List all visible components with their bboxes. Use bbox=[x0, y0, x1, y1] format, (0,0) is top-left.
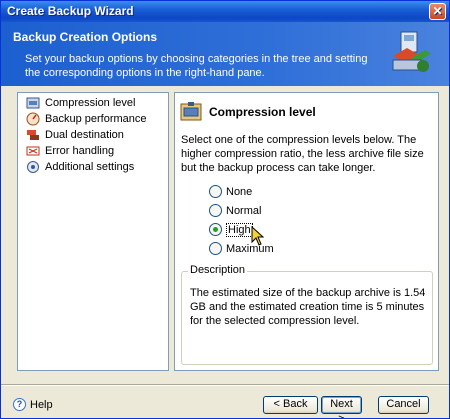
radio-option-normal[interactable]: Normal bbox=[209, 201, 274, 220]
error-handling-icon bbox=[26, 146, 40, 156]
tree-item-backup-performance[interactable]: Backup performance bbox=[18, 111, 168, 127]
radio-button[interactable] bbox=[209, 204, 222, 217]
compression-icon bbox=[180, 102, 202, 121]
radio-label[interactable]: None bbox=[226, 186, 252, 198]
help-label[interactable]: Help bbox=[30, 399, 53, 411]
tree-item-additional-settings[interactable]: Additional settings bbox=[18, 159, 168, 175]
header-title: Backup Creation Options bbox=[13, 30, 158, 44]
options-pane: Compression level Select one of the comp… bbox=[174, 92, 439, 371]
radio-label[interactable]: High bbox=[226, 222, 253, 237]
radio-button-selected[interactable] bbox=[209, 223, 222, 236]
tree-item-label: Additional settings bbox=[45, 161, 135, 173]
title-bar[interactable]: Create Backup Wizard ✕ bbox=[1, 1, 449, 22]
tree-item-label: Backup performance bbox=[45, 113, 147, 125]
description-text: The estimated size of the backup archive… bbox=[190, 287, 426, 327]
radio-label[interactable]: Maximum bbox=[226, 243, 274, 255]
pane-header: Compression level bbox=[179, 99, 316, 125]
close-button[interactable]: ✕ bbox=[429, 3, 446, 20]
help-link[interactable]: ? Help bbox=[13, 398, 53, 411]
tree-item-label: Error handling bbox=[45, 145, 115, 157]
close-icon: ✕ bbox=[432, 4, 443, 18]
next-button[interactable]: Next > bbox=[321, 396, 362, 418]
header-description: Set your backup options by choosing cate… bbox=[25, 53, 368, 79]
footer-divider bbox=[1, 384, 449, 386]
tree-item-compression-level[interactable]: Compression level bbox=[18, 95, 168, 111]
performance-icon bbox=[26, 112, 40, 126]
radio-button[interactable] bbox=[209, 185, 222, 198]
tree-item-error-handling[interactable]: Error handling bbox=[18, 143, 168, 159]
description-group-title: Description bbox=[188, 264, 248, 276]
radio-option-none[interactable]: None bbox=[209, 182, 274, 201]
dual-destination-icon bbox=[27, 130, 39, 140]
help-icon: ? bbox=[13, 398, 26, 411]
pane-title: Compression level bbox=[209, 105, 316, 119]
additional-settings-icon bbox=[27, 161, 39, 173]
tree-item-label: Compression level bbox=[45, 97, 136, 109]
description-group: Description The estimated size of the ba… bbox=[181, 264, 433, 365]
cancel-button[interactable]: Cancel bbox=[378, 396, 429, 414]
back-button[interactable]: < Back bbox=[263, 396, 318, 414]
wizard-header: Backup Creation Options Set your backup … bbox=[1, 22, 449, 86]
window-title: Create Backup Wizard bbox=[7, 4, 134, 18]
options-tree[interactable]: Compression level Backup performance Dua… bbox=[17, 92, 169, 371]
wizard-window: Create Backup Wizard ✕ Backup Creation O… bbox=[0, 0, 450, 419]
tree-item-dual-destination[interactable]: Dual destination bbox=[18, 127, 168, 143]
compression-icon bbox=[26, 97, 40, 109]
compression-radio-group: None Normal High Maximum bbox=[209, 182, 274, 258]
backup-wizard-icon bbox=[392, 31, 431, 72]
tree-item-label: Dual destination bbox=[45, 129, 124, 141]
radio-button[interactable] bbox=[209, 242, 222, 255]
pane-description: Select one of the compression levels bel… bbox=[181, 134, 424, 174]
radio-label[interactable]: Normal bbox=[226, 205, 261, 217]
mouse-cursor-icon bbox=[251, 226, 265, 246]
